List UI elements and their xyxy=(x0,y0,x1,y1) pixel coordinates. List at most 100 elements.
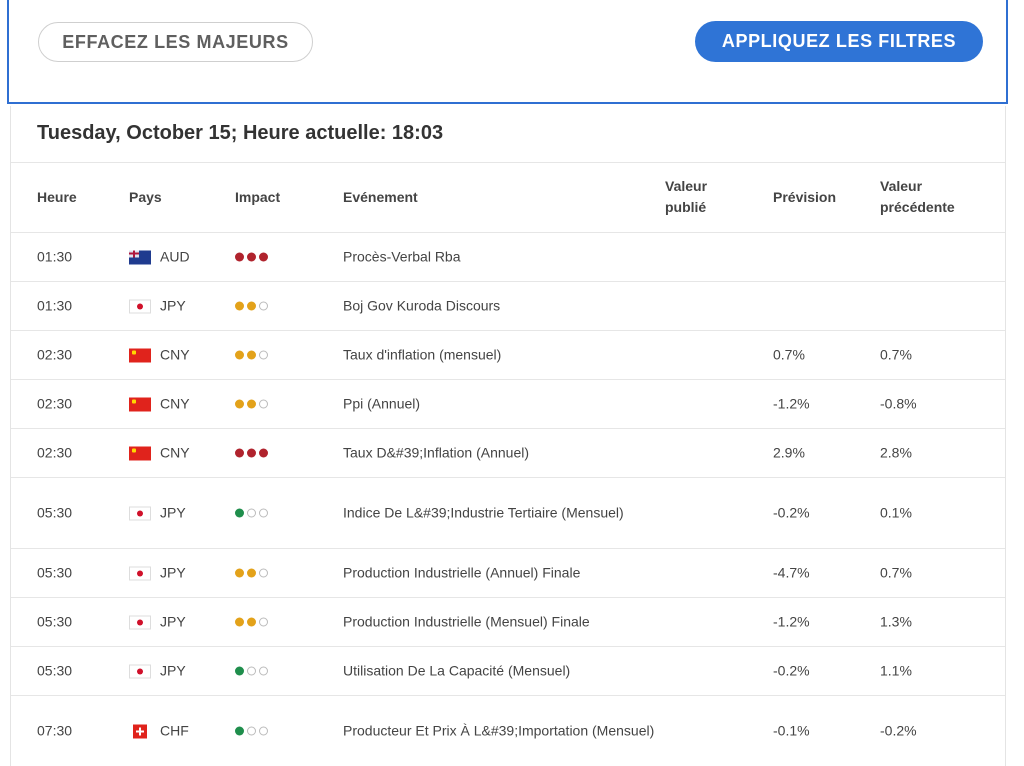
impact-indicator xyxy=(235,568,268,578)
event-country: JPY xyxy=(129,296,186,317)
impact-dot-icon xyxy=(235,508,244,518)
impact-indicator xyxy=(235,399,268,409)
impact-dot-icon xyxy=(259,617,268,627)
event-country: JPY xyxy=(129,503,186,524)
impact-dot-icon xyxy=(235,301,244,311)
apply-filters-button[interactable]: APPLIQUEZ LES FILTRES xyxy=(695,21,983,62)
event-previous: 0.7% xyxy=(880,346,912,363)
column-header-previous[interactable]: Valeur précédente xyxy=(880,176,975,218)
event-name: Ppi (Annuel) xyxy=(343,395,421,412)
table-row[interactable]: 05:30 JPY Production Industrielle (Mensuel… xyxy=(11,597,1005,646)
impact-dot-icon xyxy=(259,301,268,311)
impact-dot-icon xyxy=(247,568,256,578)
impact-dot-icon xyxy=(247,301,256,311)
event-previous: 0.1% xyxy=(880,504,912,521)
table-row[interactable]: 05:30 JPY Indice De L&#39;Industrie Tertia… xyxy=(11,477,1005,548)
impact-dot-icon xyxy=(235,448,244,458)
filter-panel: EFFACEZ LES MAJEURS APPLIQUEZ LES FILTRE… xyxy=(7,0,1008,104)
event-time: 07:30 xyxy=(37,722,73,739)
event-time: 02:30 xyxy=(37,346,73,363)
impact-indicator xyxy=(235,252,268,262)
event-name: Taux D&#39;Inflation (Annuel) xyxy=(343,444,529,461)
impact-dot-icon xyxy=(247,252,256,262)
column-header-forecast[interactable]: Prévision xyxy=(773,187,836,208)
economic-calendar: Tuesday, October 15; Heure actuelle: 18:… xyxy=(10,106,1006,766)
impact-dot-icon xyxy=(235,252,244,262)
event-name: Taux d'inflation (mensuel) xyxy=(343,346,502,363)
impact-dot-icon xyxy=(247,726,256,736)
impact-indicator xyxy=(235,666,268,676)
impact-indicator xyxy=(235,726,268,736)
event-time: 01:30 xyxy=(37,248,73,265)
impact-dot-icon xyxy=(235,568,244,578)
cny-flag-icon xyxy=(129,348,151,362)
chf-flag-icon xyxy=(133,724,147,738)
event-forecast: -1.2% xyxy=(773,395,810,412)
jpy-flag-icon xyxy=(129,664,151,678)
table-body: 01:30 AUD Procès-Verbal Rba 01:30 JPY Boj Gov… xyxy=(11,232,1005,766)
event-name: Producteur Et Prix À L&#39;Importation (… xyxy=(343,722,655,739)
impact-indicator xyxy=(235,508,268,518)
jpy-flag-icon xyxy=(129,566,151,580)
table-row[interactable]: 01:30 AUD Procès-Verbal Rba xyxy=(11,232,1005,281)
currency-code: CNY xyxy=(160,346,190,363)
column-header-actual[interactable]: Valeur publié xyxy=(665,176,735,218)
aud-flag-icon xyxy=(129,250,151,264)
table-row[interactable]: 05:30 JPY Utilisation De La Capacité (Mens… xyxy=(11,646,1005,695)
impact-dot-icon xyxy=(259,568,268,578)
event-time: 02:30 xyxy=(37,395,73,412)
event-time: 05:30 xyxy=(37,504,73,521)
event-previous: 1.1% xyxy=(880,662,912,679)
event-time: 05:30 xyxy=(37,564,73,581)
event-forecast: 0.7% xyxy=(773,346,805,363)
event-name: Production Industrielle (Mensuel) Finale xyxy=(343,613,590,630)
impact-dot-icon xyxy=(247,448,256,458)
table-row[interactable]: 02:30 CNY Taux d'inflation (mensuel) 0.7% 0.… xyxy=(11,330,1005,379)
event-name: Procès-Verbal Rba xyxy=(343,248,461,265)
impact-dot-icon xyxy=(235,617,244,627)
jpy-flag-icon xyxy=(129,506,151,520)
event-time: 01:30 xyxy=(37,297,73,314)
impact-dot-icon xyxy=(247,399,256,409)
impact-indicator xyxy=(235,448,268,458)
currency-code: CNY xyxy=(160,444,190,461)
table-header: Heure Pays Impact Evénement Valeur publi… xyxy=(11,162,1005,232)
event-name: Utilisation De La Capacité (Mensuel) xyxy=(343,662,571,679)
table-row[interactable]: 05:30 JPY Production Industrielle (Annuel)… xyxy=(11,548,1005,597)
event-name: Indice De L&#39;Industrie Tertiaire (Men… xyxy=(343,504,624,521)
impact-dot-icon xyxy=(259,726,268,736)
jpy-flag-icon xyxy=(129,615,151,629)
event-forecast: -4.7% xyxy=(773,564,810,581)
column-header-event[interactable]: Evénement xyxy=(343,187,418,208)
table-row[interactable]: 02:30 CNY Ppi (Annuel) -1.2% -0.8% xyxy=(11,379,1005,428)
event-previous: -0.2% xyxy=(880,722,917,739)
cny-flag-icon xyxy=(129,397,151,411)
event-forecast: -1.2% xyxy=(773,613,810,630)
column-header-time[interactable]: Heure xyxy=(37,187,77,208)
jpy-flag-icon xyxy=(129,299,151,313)
impact-dot-icon xyxy=(235,399,244,409)
impact-dot-icon xyxy=(259,508,268,518)
event-forecast: -0.1% xyxy=(773,722,810,739)
clear-majors-button[interactable]: EFFACEZ LES MAJEURS xyxy=(38,22,313,62)
impact-indicator xyxy=(235,350,268,360)
impact-dot-icon xyxy=(247,617,256,627)
cny-flag-icon xyxy=(129,446,151,460)
column-header-country[interactable]: Pays xyxy=(129,187,162,208)
event-time: 02:30 xyxy=(37,444,73,461)
column-header-impact[interactable]: Impact xyxy=(235,187,280,208)
table-row[interactable]: 07:30 CHF Producteur Et Prix À L&#39;Impor… xyxy=(11,695,1005,766)
impact-dot-icon xyxy=(235,350,244,360)
table-row[interactable]: 01:30 JPY Boj Gov Kuroda Discours xyxy=(11,281,1005,330)
impact-dot-icon xyxy=(247,666,256,676)
event-name: Production Industrielle (Annuel) Finale xyxy=(343,564,581,581)
currency-code: CNY xyxy=(160,395,190,412)
event-country: CNY xyxy=(129,443,190,464)
event-country: CNY xyxy=(129,394,190,415)
event-time: 05:30 xyxy=(37,613,73,630)
table-row[interactable]: 02:30 CNY Taux D&#39;Inflation (Annuel) 2.9… xyxy=(11,428,1005,477)
event-forecast: -0.2% xyxy=(773,504,810,521)
event-forecast: 2.9% xyxy=(773,444,805,461)
calendar-table: Heure Pays Impact Evénement Valeur publi… xyxy=(11,162,1005,766)
currency-code: JPY xyxy=(160,297,186,314)
